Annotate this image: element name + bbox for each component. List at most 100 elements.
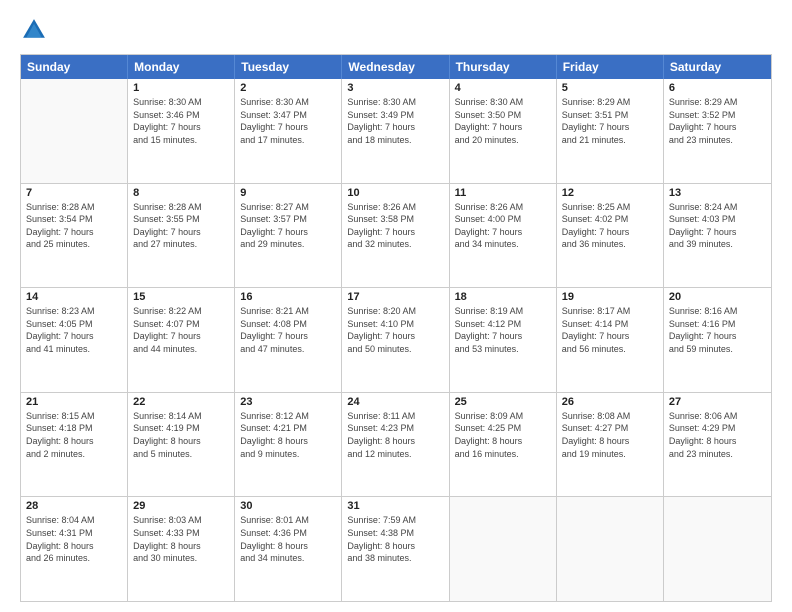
day-number: 8: [133, 187, 229, 199]
day-info: Sunrise: 8:28 AM Sunset: 3:55 PM Dayligh…: [133, 201, 229, 251]
day-number: 10: [347, 187, 443, 199]
calendar-day-16: 16Sunrise: 8:21 AM Sunset: 4:08 PM Dayli…: [235, 288, 342, 392]
day-info: Sunrise: 8:22 AM Sunset: 4:07 PM Dayligh…: [133, 305, 229, 355]
day-info: Sunrise: 8:03 AM Sunset: 4:33 PM Dayligh…: [133, 514, 229, 564]
day-number: 29: [133, 500, 229, 512]
calendar-body: 1 Sunrise: 8:30 AM Sunset: 3:46 PM Daylig…: [21, 79, 771, 601]
calendar-day-30: 30 Sunrise: 8:01 AM Sunset: 4:36 PM Dayli…: [235, 497, 342, 601]
day-info: Sunrise: 8:29 AM Sunset: 3:51 PM Dayligh…: [562, 96, 658, 146]
day-info: Sunrise: 8:26 AM Sunset: 3:58 PM Dayligh…: [347, 201, 443, 251]
day-info: Sunrise: 8:29 AM Sunset: 3:52 PM Dayligh…: [669, 96, 766, 146]
day-info: Sunrise: 8:21 AM Sunset: 4:08 PM Dayligh…: [240, 305, 336, 355]
calendar-day-2: 2 Sunrise: 8:30 AM Sunset: 3:47 PM Daylig…: [235, 79, 342, 183]
calendar-day-5: 5 Sunrise: 8:29 AM Sunset: 3:51 PM Daylig…: [557, 79, 664, 183]
day-number: 2: [240, 82, 336, 94]
day-number: 13: [669, 187, 766, 199]
logo-icon: [20, 16, 48, 44]
day-info: Sunrise: 8:08 AM Sunset: 4:27 PM Dayligh…: [562, 410, 658, 460]
day-number: 9: [240, 187, 336, 199]
calendar-day-24: 24 Sunrise: 8:11 AM Sunset: 4:23 PM Dayli…: [342, 393, 449, 497]
day-number: 5: [562, 82, 658, 94]
day-info: Sunrise: 8:19 AM Sunset: 4:12 PM Dayligh…: [455, 305, 551, 355]
calendar: SundayMondayTuesdayWednesdayThursdayFrid…: [20, 54, 772, 602]
day-info: Sunrise: 8:30 AM Sunset: 3:50 PM Dayligh…: [455, 96, 551, 146]
day-info: Sunrise: 8:25 AM Sunset: 4:02 PM Dayligh…: [562, 201, 658, 251]
day-info: Sunrise: 8:14 AM Sunset: 4:19 PM Dayligh…: [133, 410, 229, 460]
calendar-day-29: 29 Sunrise: 8:03 AM Sunset: 4:33 PM Dayli…: [128, 497, 235, 601]
calendar-empty-cell: [450, 497, 557, 601]
page: SundayMondayTuesdayWednesdayThursdayFrid…: [0, 0, 792, 612]
calendar-day-8: 8 Sunrise: 8:28 AM Sunset: 3:55 PM Daylig…: [128, 184, 235, 288]
cal-header-saturday: Saturday: [664, 55, 771, 79]
cal-header-thursday: Thursday: [450, 55, 557, 79]
calendar-empty-cell: [557, 497, 664, 601]
day-info: Sunrise: 8:15 AM Sunset: 4:18 PM Dayligh…: [26, 410, 122, 460]
calendar-day-18: 18 Sunrise: 8:19 AM Sunset: 4:12 PM Dayli…: [450, 288, 557, 392]
logo: [20, 16, 52, 44]
calendar-day-25: 25 Sunrise: 8:09 AM Sunset: 4:25 PM Dayli…: [450, 393, 557, 497]
calendar-row-2: 14 Sunrise: 8:23 AM Sunset: 4:05 PM Dayli…: [21, 287, 771, 392]
calendar-day-31: 31Sunrise: 7:59 AM Sunset: 4:38 PM Dayli…: [342, 497, 449, 601]
day-info: Sunrise: 8:04 AM Sunset: 4:31 PM Dayligh…: [26, 514, 122, 564]
day-info: Sunrise: 8:16 AM Sunset: 4:16 PM Dayligh…: [669, 305, 766, 355]
day-info: Sunrise: 8:24 AM Sunset: 4:03 PM Dayligh…: [669, 201, 766, 251]
day-number: 21: [26, 396, 122, 408]
day-number: 6: [669, 82, 766, 94]
calendar-row-1: 7Sunrise: 8:28 AM Sunset: 3:54 PM Daylig…: [21, 183, 771, 288]
calendar-day-17: 17Sunrise: 8:20 AM Sunset: 4:10 PM Dayli…: [342, 288, 449, 392]
day-info: Sunrise: 8:20 AM Sunset: 4:10 PM Dayligh…: [347, 305, 443, 355]
day-info: Sunrise: 8:17 AM Sunset: 4:14 PM Dayligh…: [562, 305, 658, 355]
calendar-row-3: 21 Sunrise: 8:15 AM Sunset: 4:18 PM Dayli…: [21, 392, 771, 497]
day-number: 30: [240, 500, 336, 512]
day-number: 1: [133, 82, 229, 94]
calendar-empty-cell: [664, 497, 771, 601]
cal-header-sunday: Sunday: [21, 55, 128, 79]
calendar-day-11: 11Sunrise: 8:26 AM Sunset: 4:00 PM Dayli…: [450, 184, 557, 288]
day-number: 22: [133, 396, 229, 408]
day-number: 28: [26, 500, 122, 512]
cal-header-tuesday: Tuesday: [235, 55, 342, 79]
day-info: Sunrise: 7:59 AM Sunset: 4:38 PM Dayligh…: [347, 514, 443, 564]
cal-header-monday: Monday: [128, 55, 235, 79]
day-number: 4: [455, 82, 551, 94]
calendar-day-6: 6 Sunrise: 8:29 AM Sunset: 3:52 PM Daylig…: [664, 79, 771, 183]
day-number: 12: [562, 187, 658, 199]
day-info: Sunrise: 8:11 AM Sunset: 4:23 PM Dayligh…: [347, 410, 443, 460]
day-info: Sunrise: 8:30 AM Sunset: 3:46 PM Dayligh…: [133, 96, 229, 146]
day-info: Sunrise: 8:09 AM Sunset: 4:25 PM Dayligh…: [455, 410, 551, 460]
calendar-row-4: 28 Sunrise: 8:04 AM Sunset: 4:31 PM Dayli…: [21, 496, 771, 601]
calendar-day-7: 7Sunrise: 8:28 AM Sunset: 3:54 PM Daylig…: [21, 184, 128, 288]
calendar-day-10: 10 Sunrise: 8:26 AM Sunset: 3:58 PM Dayli…: [342, 184, 449, 288]
day-number: 26: [562, 396, 658, 408]
day-info: Sunrise: 8:23 AM Sunset: 4:05 PM Dayligh…: [26, 305, 122, 355]
day-info: Sunrise: 8:26 AM Sunset: 4:00 PM Dayligh…: [455, 201, 551, 251]
calendar-empty-cell: [21, 79, 128, 183]
day-number: 27: [669, 396, 766, 408]
calendar-day-1: 1 Sunrise: 8:30 AM Sunset: 3:46 PM Daylig…: [128, 79, 235, 183]
calendar-day-27: 27 Sunrise: 8:06 AM Sunset: 4:29 PM Dayli…: [664, 393, 771, 497]
day-info: Sunrise: 8:12 AM Sunset: 4:21 PM Dayligh…: [240, 410, 336, 460]
day-number: 24: [347, 396, 443, 408]
header: [20, 16, 772, 44]
calendar-day-13: 13 Sunrise: 8:24 AM Sunset: 4:03 PM Dayli…: [664, 184, 771, 288]
day-info: Sunrise: 8:28 AM Sunset: 3:54 PM Dayligh…: [26, 201, 122, 251]
calendar-day-28: 28 Sunrise: 8:04 AM Sunset: 4:31 PM Dayli…: [21, 497, 128, 601]
day-number: 18: [455, 291, 551, 303]
day-number: 14: [26, 291, 122, 303]
day-info: Sunrise: 8:30 AM Sunset: 3:49 PM Dayligh…: [347, 96, 443, 146]
cal-header-wednesday: Wednesday: [342, 55, 449, 79]
cal-header-friday: Friday: [557, 55, 664, 79]
calendar-day-9: 9Sunrise: 8:27 AM Sunset: 3:57 PM Daylig…: [235, 184, 342, 288]
day-number: 19: [562, 291, 658, 303]
day-number: 3: [347, 82, 443, 94]
calendar-day-20: 20Sunrise: 8:16 AM Sunset: 4:16 PM Dayli…: [664, 288, 771, 392]
calendar-day-14: 14 Sunrise: 8:23 AM Sunset: 4:05 PM Dayli…: [21, 288, 128, 392]
day-number: 25: [455, 396, 551, 408]
calendar-day-12: 12 Sunrise: 8:25 AM Sunset: 4:02 PM Dayli…: [557, 184, 664, 288]
calendar-day-19: 19 Sunrise: 8:17 AM Sunset: 4:14 PM Dayli…: [557, 288, 664, 392]
day-info: Sunrise: 8:30 AM Sunset: 3:47 PM Dayligh…: [240, 96, 336, 146]
day-info: Sunrise: 8:06 AM Sunset: 4:29 PM Dayligh…: [669, 410, 766, 460]
calendar-day-21: 21 Sunrise: 8:15 AM Sunset: 4:18 PM Dayli…: [21, 393, 128, 497]
day-info: Sunrise: 8:01 AM Sunset: 4:36 PM Dayligh…: [240, 514, 336, 564]
calendar-day-3: 3 Sunrise: 8:30 AM Sunset: 3:49 PM Daylig…: [342, 79, 449, 183]
